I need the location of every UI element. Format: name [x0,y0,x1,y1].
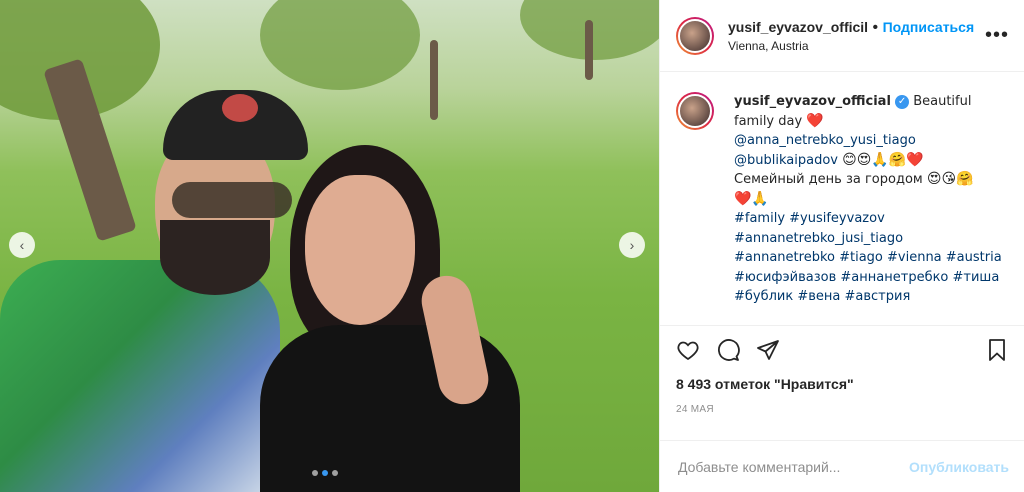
bookmark-icon[interactable] [985,338,1009,362]
comment-icon[interactable] [716,338,740,362]
comment-input[interactable] [676,457,910,476]
publish-button[interactable]: Опубликовать [909,459,1009,475]
heart-emoji: ❤️ [806,112,824,129]
follow-button[interactable]: Подписаться [883,19,975,35]
chevron-left-icon: ‹ [19,237,25,253]
tree-foliage [260,0,420,90]
hashtag-line[interactable]: #annanetrebko_jusi_tiago [734,231,903,246]
mention-link[interactable]: @anna_netrebko_yusi_tiago [734,133,916,148]
separator: • [872,18,879,36]
avatar[interactable] [676,16,714,55]
hashtag-line[interactable]: #family #yusifeyvazov [734,211,885,226]
hashtag-line[interactable]: #annanetrebko #tiago #vienna #austria [734,250,1002,265]
chevron-right-icon: › [629,237,635,253]
tree-trunk [430,40,438,120]
caption-line: family day [734,113,803,129]
carousel-dot [312,470,318,476]
mention-link[interactable]: @bublikaipadov [734,153,838,168]
emoji-group: ❤️🙏 [734,190,769,207]
share-icon[interactable] [756,338,780,362]
previous-photo-button[interactable]: ‹ [9,232,35,258]
hashtag-line[interactable]: #бублик #вена #австрия [734,289,910,304]
instagram-post: ‹ › yusif_eyvazov_officil • Подписаться … [0,0,1024,492]
caption-username[interactable]: yusif_eyvazov_official [734,94,891,109]
tree-trunk [585,20,593,80]
emoji-group: 😍😘🤗 [926,171,974,187]
carousel-indicator [312,470,338,476]
caption-line: Beautiful [913,94,972,109]
caption-line: Семейный день за городом [734,172,923,187]
post-sidebar: yusif_eyvazov_officil • Подписаться Vien… [659,0,1024,492]
location-link[interactable]: Vienna, Austria [728,39,985,53]
comment-form: Опубликовать [660,440,1024,492]
man-figure [0,90,308,492]
more-options-icon[interactable]: ••• [985,24,1009,47]
avatar[interactable] [676,92,714,130]
post-photo[interactable]: ‹ › [0,0,659,492]
caption-text: yusif_eyvazov_official ✓ Beautiful famil… [734,92,1002,325]
post-header: yusif_eyvazov_officil • Подписаться Vien… [660,0,1024,72]
header-username[interactable]: yusif_eyvazov_officil [728,19,868,35]
like-heart-icon[interactable] [676,338,700,362]
caption: yusif_eyvazov_official ✓ Beautiful famil… [660,72,1024,325]
verified-badge-icon: ✓ [895,94,910,109]
carousel-dot [332,470,338,476]
emoji-group: 😊😍🙏🤗❤️ [842,151,924,168]
post-actions: 8 493 отметок "Нравится" 24 мая [660,325,1024,442]
like-count[interactable]: 8 493 отметок "Нравится" [676,376,1009,392]
next-photo-button[interactable]: › [619,232,645,258]
woman-figure [260,145,540,492]
hashtag-line[interactable]: #юсифэйвазов #аннанетребко #тиша [734,270,999,285]
carousel-dot-active [322,470,328,476]
post-date: 24 мая [676,404,714,415]
